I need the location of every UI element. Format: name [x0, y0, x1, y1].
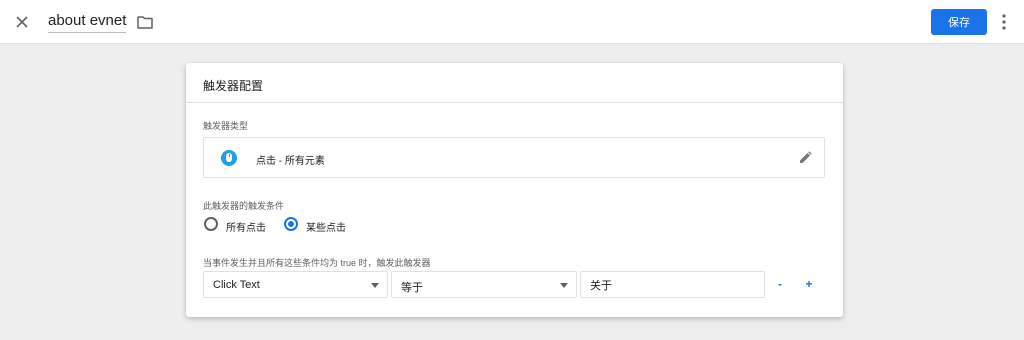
close-icon[interactable]: [12, 12, 32, 32]
dropdown-arrow-icon: [371, 283, 379, 288]
radio-label: 所有点击: [226, 223, 266, 234]
radio-unchecked-icon: [204, 217, 218, 231]
add-row-button[interactable]: +: [802, 276, 816, 292]
radio-all-clicks[interactable]: 所有点击: [204, 216, 284, 234]
variable-select[interactable]: Click Text: [203, 271, 388, 298]
radio-checked-icon: [284, 217, 298, 231]
operator-select-value: 等于: [401, 282, 423, 294]
card-header: 触发器配置: [186, 63, 843, 103]
condition-label: 当事件发生并且所有这些条件均为 true 时，触发此触发器: [203, 258, 431, 268]
mouse-click-icon: [221, 150, 237, 166]
trigger-type-value: 点击 - 所有元素: [256, 156, 325, 167]
trigger-type-label: 触发器类型: [203, 121, 249, 131]
operator-select[interactable]: 等于: [391, 271, 577, 298]
dropdown-arrow-icon: [560, 283, 568, 288]
condition-value-input[interactable]: [580, 271, 765, 298]
trigger-type-selector[interactable]: 点击 - 所有元素: [203, 137, 825, 178]
tag-title[interactable]: about evnet: [48, 12, 127, 33]
top-bar: about evnet 保存: [0, 0, 1024, 44]
save-button[interactable]: 保存: [931, 9, 987, 35]
trigger-configuration-card: 触发器配置 触发器类型 点击 - 所有元素 此触发器的触发条件 所有点击 某些点…: [186, 63, 843, 317]
radio-some-clicks[interactable]: 某些点击: [284, 216, 364, 234]
more-vert-icon[interactable]: [998, 12, 1010, 32]
folder-icon[interactable]: [136, 13, 154, 31]
fires-on-label: 此触发器的触发条件: [203, 201, 285, 211]
variable-select-value: Click Text: [213, 279, 260, 291]
remove-row-button[interactable]: -: [773, 276, 787, 292]
radio-label: 某些点击: [306, 223, 346, 234]
edit-pencil-icon[interactable]: [797, 150, 813, 166]
